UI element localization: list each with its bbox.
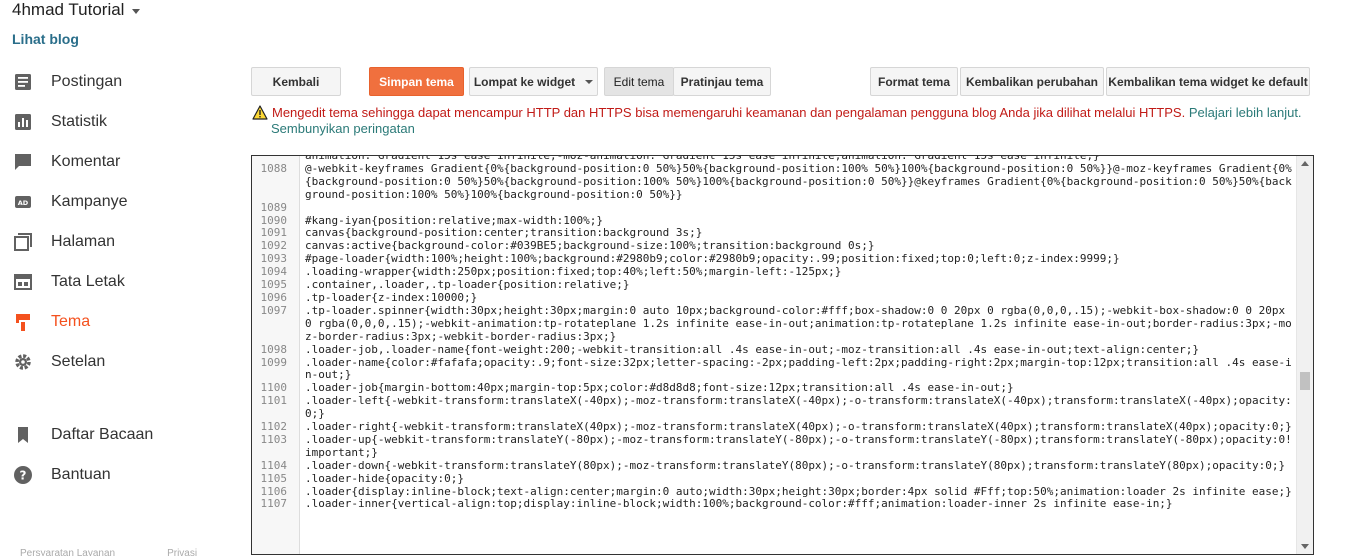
back-button[interactable]: Kembali <box>251 67 341 96</box>
sidebar-item-label: Kampanye <box>51 193 128 210</box>
campaign-icon: AD <box>12 191 34 213</box>
chevron-down-icon <box>585 79 594 84</box>
code-text: .tp-loader{z-index:10000;} <box>305 290 478 304</box>
code-line: 1107 .loader-inner{vertical-align:top;dis… <box>252 498 1297 511</box>
terms-link[interactable]: Persyaratan Layanan <box>20 548 115 556</box>
sidebar-item-label: Daftar Bacaan <box>51 426 154 443</box>
code-line: 1103 .loader-up{-webkit-transform:transla… <box>252 432 1297 460</box>
sidebar-item-help[interactable]: ? Bantuan <box>0 455 240 495</box>
code-line: 1088 @-webkit-keyframes Gradient{0%{backg… <box>252 161 1297 202</box>
revert-changes-button[interactable]: Kembalikan perubahan <box>960 67 1104 96</box>
jump-to-widget-label: Lompat ke widget <box>473 74 576 89</box>
tab-preview-theme[interactable]: Pratinjau tema <box>673 67 771 96</box>
sidebar-item-label: Postingan <box>51 73 123 90</box>
theme-code-editor[interactable]: animation: Gradient 15s ease infinite;-m… <box>251 155 1314 555</box>
line-number: 1099 <box>260 355 288 369</box>
jump-to-widget-dropdown[interactable]: Lompat ke widget <box>469 67 598 96</box>
revert-widgets-default-button[interactable]: Kembalikan tema widget ke default <box>1106 67 1310 96</box>
https-warning: Mengedit tema sehingga dapat mencampur H… <box>252 105 1332 136</box>
sidebar-item-label: Bantuan <box>51 466 111 483</box>
scroll-down-icon[interactable] <box>1301 544 1309 549</box>
help-icon: ? <box>12 464 34 486</box>
code-text: .loader-hide{opacity:0;} <box>305 471 464 485</box>
blog-selector[interactable]: 4hmad Tutorial <box>12 0 141 20</box>
sidebar-item-campaign[interactable]: AD Kampanye <box>0 182 240 222</box>
pages-icon <box>12 231 34 253</box>
line-number: 1102 <box>260 420 288 434</box>
svg-text:AD: AD <box>18 199 29 207</box>
line-number: 1104 <box>260 458 288 472</box>
code-text: .tp-loader.spinner{width:30px;height:30p… <box>305 303 1292 343</box>
bookmark-icon <box>12 424 34 446</box>
sidebar-item-label: Statistik <box>51 113 108 130</box>
sidebar-item-comments[interactable]: Komentar <box>0 142 240 182</box>
line-number: 1097 <box>260 303 288 317</box>
line-number: 1098 <box>260 342 288 356</box>
code-text: .loader-up{-webkit-transform:translateY(… <box>305 432 1292 459</box>
hide-warning-link[interactable]: Sembunyikan peringatan <box>271 121 415 137</box>
line-number: 1088 <box>260 161 288 175</box>
code-text: .loader-left{-webkit-transform:translate… <box>305 394 1292 421</box>
sidebar-item-settings[interactable]: Setelan <box>0 342 240 382</box>
sidebar-item-label: Komentar <box>51 153 121 170</box>
tab-edit-theme[interactable]: Edit tema <box>604 67 674 96</box>
sidebar-footer: Persyaratan Layanan Privasi <box>20 548 197 556</box>
code-text: .loader-name{color:#fafafa;opacity:.9;fo… <box>305 355 1292 382</box>
posts-icon <box>12 71 34 93</box>
gear-icon <box>12 351 34 373</box>
sidebar-item-label: Halaman <box>51 233 116 250</box>
layout-icon <box>12 271 34 293</box>
comments-icon <box>12 151 34 173</box>
editor-scrollbar[interactable] <box>1296 156 1313 554</box>
code-line: 1089 <box>252 200 1297 215</box>
line-number: 1101 <box>260 394 288 408</box>
line-number: 1107 <box>260 497 288 511</box>
line-number: 1103 <box>260 432 288 446</box>
code-line: 1104 .loader-down{-webkit-transform:trans… <box>252 458 1297 473</box>
sidebar-item-stats[interactable]: Statistik <box>0 102 240 142</box>
line-number: 1105 <box>260 471 288 485</box>
privacy-link[interactable]: Privasi <box>167 548 197 556</box>
code-line: 1099 .loader-name{color:#fafafa;opacity:.… <box>252 355 1297 383</box>
view-blog-link[interactable]: Lihat blog <box>12 31 79 47</box>
sidebar-item-reading-list[interactable]: Daftar Bacaan <box>0 415 240 455</box>
sidebar-item-label: Tata Letak <box>51 273 125 290</box>
sidebar-item-label: Tema <box>51 313 91 330</box>
sidebar-item-theme[interactable]: Tema <box>0 302 240 342</box>
sidebar: 4hmad Tutorial Lihat blog Postingan Stat… <box>0 0 240 556</box>
warning-message: Mengedit tema sehingga dapat mencampur H… <box>272 105 1186 120</box>
stats-icon <box>12 111 34 133</box>
format-theme-button[interactable]: Format tema <box>870 67 958 96</box>
scroll-thumb[interactable] <box>1300 371 1310 390</box>
code-text: .loader-inner{vertical-align:top;display… <box>305 497 1173 511</box>
sidebar-nav: Postingan Statistik Komentar AD Kampanye… <box>0 62 240 495</box>
warning-icon <box>252 105 268 124</box>
caret-down-icon <box>132 8 141 14</box>
sidebar-item-pages[interactable]: Halaman <box>0 222 240 262</box>
svg-text:?: ? <box>20 469 27 483</box>
code-line: 1105 .loader-hide{opacity:0;} <box>252 471 1297 486</box>
blog-title: 4hmad Tutorial <box>12 0 125 19</box>
line-number: 1096 <box>260 290 288 304</box>
code-text: @-webkit-keyframes Gradient{0%{backgroun… <box>305 161 1292 201</box>
sidebar-item-posts[interactable]: Postingan <box>0 62 240 102</box>
code-text: .loader-right{-webkit-transform:translat… <box>305 420 1292 434</box>
code-text: .loader-down{-webkit-transform:translate… <box>305 458 1286 472</box>
scroll-up-icon[interactable] <box>1301 161 1309 166</box>
learn-more-link[interactable]: Pelajari lebih lanjut. <box>1189 105 1302 120</box>
save-theme-button[interactable]: Simpan tema <box>369 67 464 96</box>
code-line: 1102 .loader-right{-webkit-transform:tran… <box>252 420 1297 434</box>
code-line: 1101 .loader-left{-webkit-transform:trans… <box>252 394 1297 421</box>
theme-icon <box>12 311 34 333</box>
code-line: 1098 .loader-job,.loader-name{font-weight… <box>252 342 1297 357</box>
code-text: .loader-job,.loader-name{font-weight:200… <box>305 342 1200 356</box>
sidebar-item-layout[interactable]: Tata Letak <box>0 262 240 302</box>
code-line: 1097 .tp-loader.spinner{width:30px;height… <box>252 303 1297 344</box>
nav-divider <box>0 382 240 415</box>
sidebar-item-label: Setelan <box>51 353 106 370</box>
line-number: 1089 <box>260 200 288 214</box>
code-lines: animation: Gradient 15s ease infinite;-m… <box>252 156 1297 511</box>
code-line: 1096 .tp-loader{z-index:10000;} <box>252 290 1297 305</box>
